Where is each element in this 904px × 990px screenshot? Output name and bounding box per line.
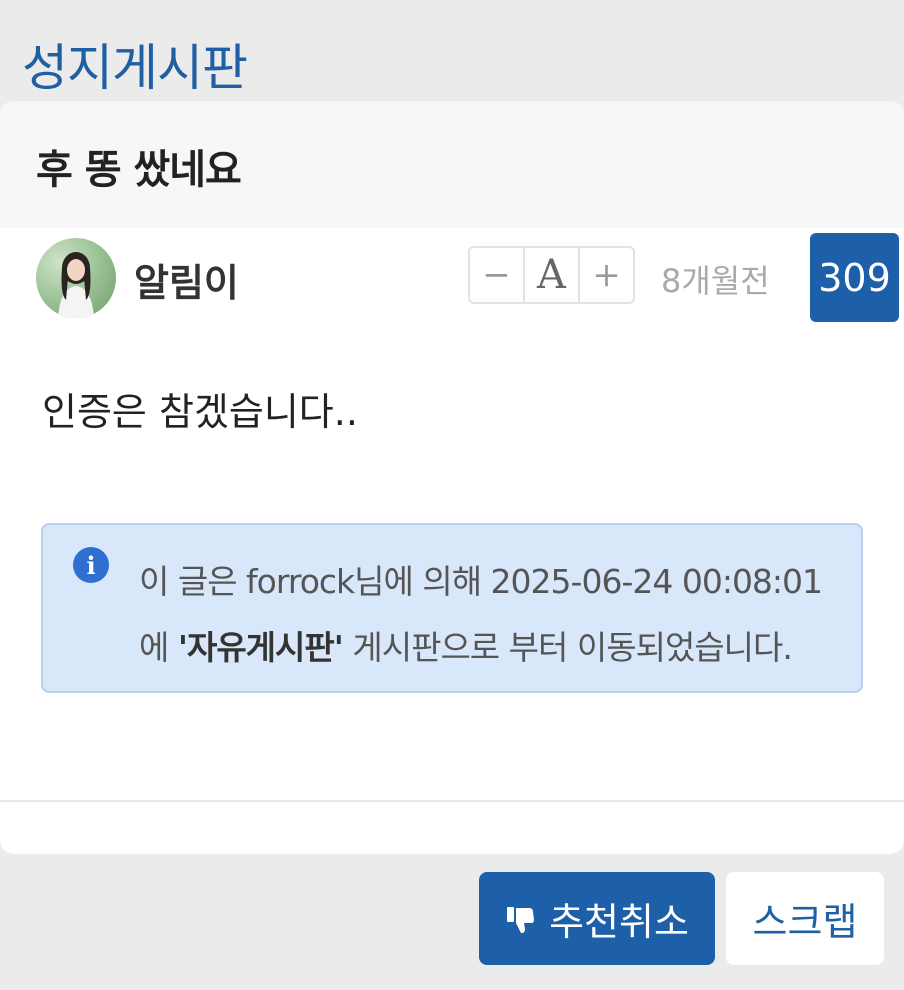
- post-title: 후 똥 쌌네요: [36, 147, 242, 193]
- post-content: 인증은 참겠습니다..: [42, 390, 358, 434]
- scrap-button[interactable]: 스크랩: [726, 872, 884, 965]
- unrecommend-label: 추천취소: [549, 902, 689, 944]
- view-count-badge: 309: [810, 233, 899, 322]
- thumbs-down-icon: [507, 906, 535, 933]
- notice-suffix: 게시판으로 부터 이동되었습니다.: [342, 628, 793, 667]
- font-increase-button[interactable]: +: [578, 248, 633, 302]
- board-title[interactable]: 성지게시판: [22, 28, 248, 100]
- font-reset-button[interactable]: A: [523, 248, 578, 302]
- post-meta: 알림이 − A + 8개월전 309: [0, 228, 904, 328]
- author-avatar[interactable]: [36, 238, 116, 318]
- post-time: 8개월전: [661, 262, 770, 300]
- post-header: 후 똥 쌌네요: [0, 101, 904, 228]
- unrecommend-button[interactable]: 추천취소: [479, 872, 715, 965]
- author-name[interactable]: 알림이: [134, 252, 239, 307]
- post-card: 후 똥 쌌네요 알림이 − A + 8개월전 309 인증은 참겠습니다.. i…: [0, 101, 904, 854]
- avatar-image: [58, 252, 94, 318]
- font-decrease-button[interactable]: −: [470, 248, 523, 302]
- move-notice: i 이 글은 forrock님에 의해 2025-06-24 00:08:01에…: [41, 523, 863, 693]
- info-icon: i: [73, 547, 109, 583]
- font-size-control: − A +: [468, 246, 635, 304]
- divider: [0, 800, 904, 802]
- notice-board-name: '자유게시판': [177, 628, 344, 667]
- notice-text: 이 글은 forrock님에 의해 2025-06-24 00:08:01에 '…: [139, 549, 839, 681]
